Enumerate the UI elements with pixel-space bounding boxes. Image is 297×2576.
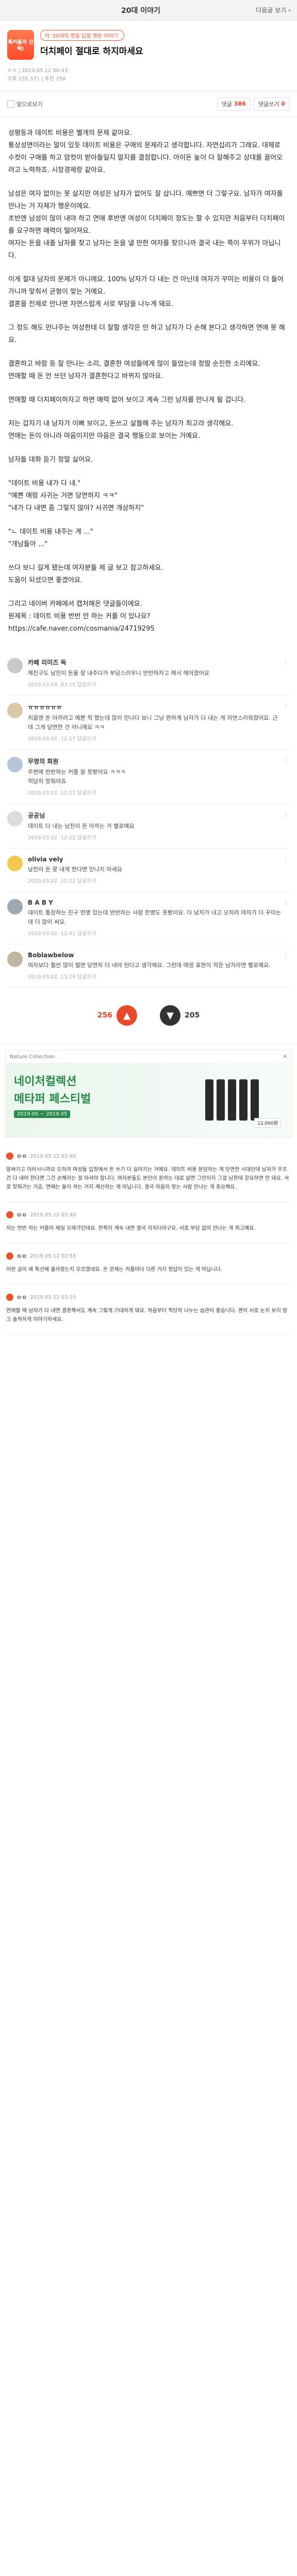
comment-item: olivia vely 남친이 돈 못 내게 한다면 만나지 마세요 2019.… [7,849,290,892]
ad-headline: 네이처컬렉션 [14,1075,77,1088]
post-tag[interactable]: 이 '20대의 명을 답할 행운 이야기' [40,30,124,41]
article-paragraph: 연애할 때 더치페이하자고 하면 매력 없어 보이고 계속 그런 남자를 만나게… [8,396,246,404]
post-title: 더치페이 절대로 하지마세요 [40,46,143,57]
ad-brand: Nature Collection [10,1054,55,1060]
view-previous-button[interactable]: 앞으로보기 [7,100,43,108]
article-paragraph: "데이트 비용 내가 다 내." "예쁜 애랑 사귀는 거면 당연하지 ㅋㅋ" … [8,480,144,512]
post-meta-stats: 조회 235,371 | 추천 256 [7,76,66,82]
talker-choice-badge: 톡커들의 선택! [7,30,34,60]
article-body: 성평등과 데이트 비용은 별개의 문제 같아요. 통상성면이라는 말이 있듯 데… [0,117,297,651]
ad-banner[interactable]: Nature Collection ✕ 네이처컬렉션 메타퍼 페스티벌 2019… [5,1050,292,1138]
article-paragraph: 이게 절대 남자의 문제가 아니에요. 100% 남자가 다 내는 건 아닌데 … [8,276,284,308]
comment-item: B A B Y 데이트 통장하는 친구 한명 있는데 반반하는 사람 한명도 못… [7,892,290,944]
next-post-link[interactable]: 다음글 보기 › [235,6,297,14]
post-header: 톡커들의 선택! 이 '20대의 명을 답할 행운 이야기' 더치페이 절대로 … [0,21,297,91]
more-icon[interactable]: ⋮ [283,757,290,796]
ad-subheadline: 메타퍼 페스티벌 [14,1093,91,1106]
avatar [7,811,23,826]
write-comment-button[interactable]: 댓글쓰기 0 [253,97,290,111]
user-icon [6,1153,13,1160]
action-bar: 앞으로보기 댓글 386 댓글쓰기 0 [0,91,297,117]
more-icon[interactable]: ⋮ [283,899,290,937]
vote-section: 256 ▲ ▼ 205 [0,988,297,1044]
category-title: 20대 이야기 [121,6,160,15]
more-icon[interactable]: ⋮ [283,811,290,841]
comment-item: 공공님 데이트 다 내는 남친이 돈 아끼는 거 별로예요 2019.03.02… [7,804,290,849]
article-paragraph: 남성은 여자 없이는 못 살지만 여성은 남자가 없어도 잘 삽니다. 예쁘면 … [8,190,285,260]
thumbs-down-icon: ▼ [160,1005,180,1026]
avatar [7,952,23,967]
chevron-right-icon: › [288,7,291,14]
recommend-button[interactable]: 댓글 386 [217,97,251,111]
user-icon [6,1252,13,1260]
article-paragraph: 저는 갑자기 내 남자가 이뻐 보이고, 돈쓰고 살뜰해 주는 남자가 최고라 … [8,420,234,440]
more-icon[interactable]: ⋮ [283,856,290,884]
reply-item: ㅇㅇ 2019.05.12 02:55 이런 글이 왜 톡선에 올라왔는지 모르… [6,1244,291,1285]
prev-icon [7,100,14,108]
avatar [7,899,23,914]
avatar [7,658,23,673]
comment-item: 무명의 회원 주변에 반반하는 커플 잘 못봤어요 ㅋㅋㅋ 적당히 맞춰야죠 2… [7,750,290,804]
article-paragraph: 결혼하고 바람 등 잘 만나는 소리, 결혼한 여성들에게 많이 들었는데 정말… [8,360,260,380]
comment-item: ㅠㅠㅠㅠㅠㅠ 처음엔 돈 아끼려고 예쁜 척 했는데 많이 만나다 보니 그냥 … [7,696,290,750]
close-icon[interactable]: ✕ [283,1054,287,1060]
user-icon [6,1211,13,1218]
article-paragraph: 그리고 네이버 카페에서 캡처해온 댓글들이에요. 원제목 : 데이트 비용 반… [8,600,155,633]
article-paragraph: 그 정도 해도 만나주는 여성한테 더 잘할 생각은 안 하고 남자가 다 손해… [8,324,285,344]
article-paragraph: 성평등과 데이트 비용은 별개의 문제 같아요. 통상성면이라는 말이 있듯 데… [8,129,283,174]
ad-product-image: 12,000원 [173,1063,291,1137]
article-paragraph: 남자들 대화 듣기 정말 싫어요. [8,456,93,464]
like-button[interactable]: 256 ▲ [97,1005,137,1026]
ad-period-badge: 2019.05 ~ 2019.05 [14,1110,71,1118]
comment-item: 카페 리미즈 독 제친구도 남친이 돈을 잘 내주다가 부담스러우니 반반하자고… [7,651,290,696]
more-icon[interactable]: ⋮ [283,658,290,688]
top-bar: 20대 이야기 다음글 보기 › [0,0,297,21]
reply-item: ㅇㅇ 2019.05.12 02:48 저는 반반 하는 커플이 제일 오래가던… [6,1202,291,1244]
more-icon[interactable]: ⋮ [283,952,290,980]
article-paragraph: "ㄴ 데이트 비용 내주는 게 ..." "개남들아 ..." [8,528,93,548]
reply-list: ㅇㅇ 2019.05.12 02:40 말싸기고 이러시니까요 오히려 여성들 … [0,1144,297,1335]
ad-price: 12,000원 [254,1118,281,1128]
comment-item: Boblawbelow 여자보다 훨씬 많이 벌면 당연히 더 내야 된다고 생… [7,944,290,988]
avatar [7,703,23,718]
reply-item: ㅇㅇ 2019.05.12 02:40 말싸기고 이러시니까요 오히려 여성들 … [6,1144,291,1202]
user-icon [6,1294,13,1301]
article-paragraph: 쓰다 보니 길게 됐는데 여자분들 제 글 보고 참고하세요. 도움이 되셨으면… [8,564,163,584]
avatar [7,757,23,772]
avatar [7,856,23,871]
captured-comments: 카페 리미즈 독 제친구도 남친이 돈을 잘 내주다가 부담스러우니 반반하자고… [0,651,297,988]
dislike-button[interactable]: ▼ 205 [160,1005,200,1026]
more-icon[interactable]: ⋮ [283,703,290,742]
thumbs-up-icon: ▲ [117,1005,137,1026]
reply-item: ㅇㅇ 2019.05.12 03:10 연애할 때 남자가 다 내면 결혼해서도… [6,1285,291,1335]
post-meta-author: ㅇㅇ | 2019.05.12 00:43 [7,68,68,74]
